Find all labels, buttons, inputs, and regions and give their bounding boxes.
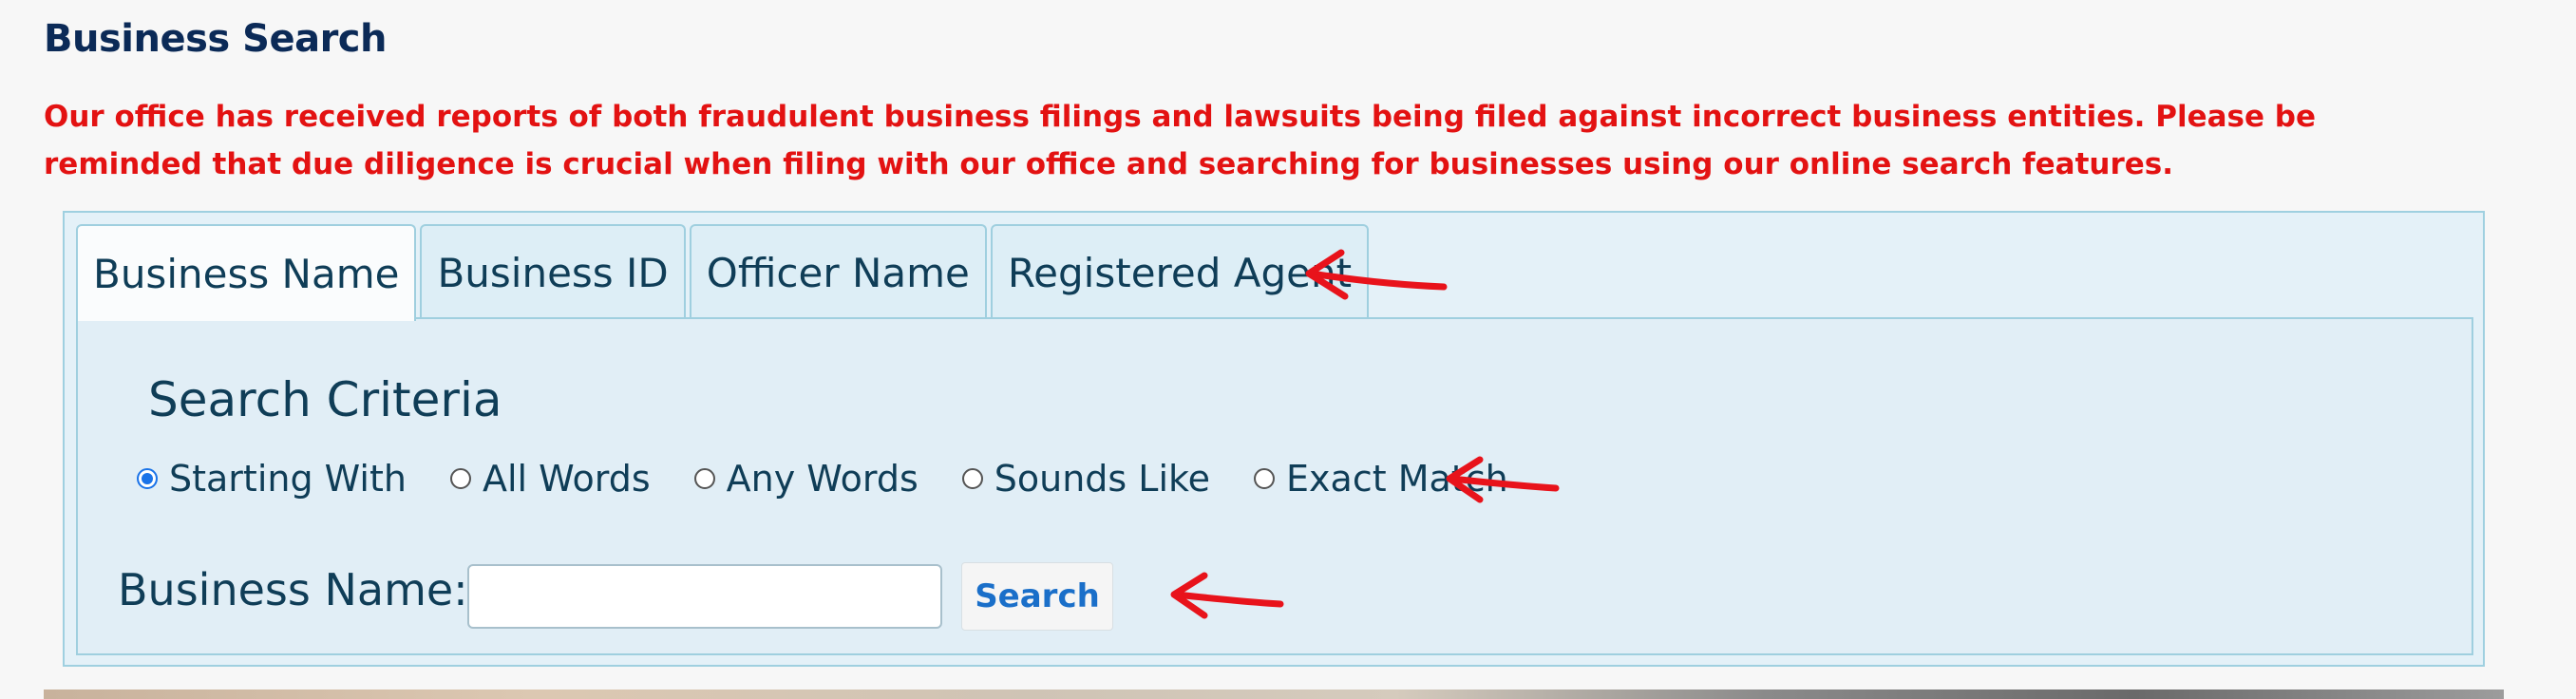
radio-exact-match[interactable]: [1254, 468, 1276, 489]
annotation-arrow-icon: [1305, 249, 1448, 300]
tab-officer-name[interactable]: Officer Name: [689, 224, 987, 319]
business-name-input[interactable]: [467, 564, 942, 629]
criteria-title: Search Criteria: [148, 372, 502, 427]
option-sounds-like[interactable]: Sounds Like: [961, 458, 1211, 500]
search-button[interactable]: Search: [961, 562, 1113, 631]
fraud-notice: Our office has received reports of both …: [44, 100, 2317, 181]
match-type-radios: Starting With All Words Any Words Sounds…: [137, 458, 1552, 500]
annotation-arrow-icon: [1170, 572, 1284, 619]
tab-business-id[interactable]: Business ID: [420, 224, 686, 319]
business-name-label: Business Name:: [118, 564, 468, 615]
option-all-words[interactable]: All Words: [449, 458, 651, 500]
tab-business-name[interactable]: Business Name: [76, 224, 417, 321]
banner-image: [44, 690, 2504, 699]
option-label: Sounds Like: [994, 458, 1211, 500]
option-starting-with[interactable]: Starting With: [137, 458, 407, 500]
radio-any-words[interactable]: [693, 468, 715, 489]
option-label: Starting With: [169, 458, 407, 500]
page-title: Business Search: [44, 17, 387, 61]
annotation-arrow-icon: [1446, 456, 1560, 503]
option-label: All Words: [482, 458, 651, 500]
radio-starting-with[interactable]: [137, 468, 158, 489]
search-tabs: Business Name Business ID Officer Name R…: [76, 224, 1370, 321]
radio-sounds-like[interactable]: [961, 468, 983, 489]
radio-all-words[interactable]: [449, 468, 471, 489]
option-any-words[interactable]: Any Words: [693, 458, 919, 500]
option-label: Any Words: [726, 458, 919, 500]
